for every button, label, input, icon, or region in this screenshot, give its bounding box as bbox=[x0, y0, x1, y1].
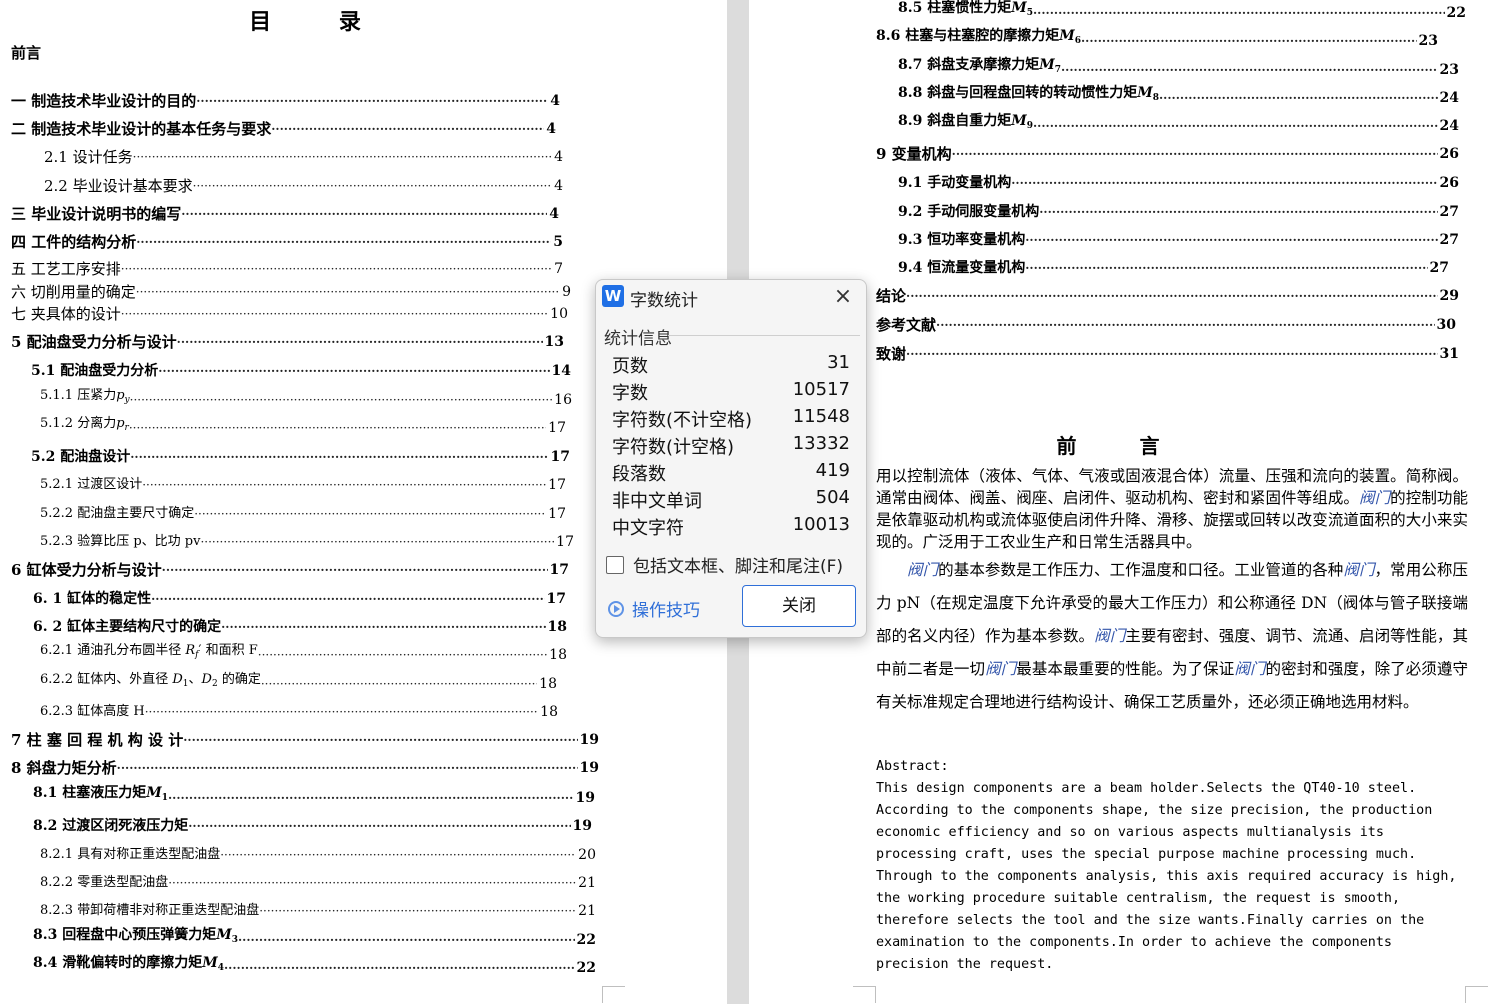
play-circle-icon bbox=[608, 600, 624, 617]
include-checkbox[interactable] bbox=[606, 555, 624, 574]
stat-row-chars-no-spaces: 字符数(不计空格) 11548 bbox=[612, 406, 850, 431]
word-count-dialog: W 字数统计 × 统计信息 页数 31 字数 10517 字符数(不计空格) 1154… bbox=[595, 279, 867, 638]
toc-entry[interactable]: 6.2.1 通油孔分布圆半径 Rf′ 和面积 F18 bbox=[40, 643, 567, 666]
toc-entry[interactable]: 9.1 手动变量机构26 bbox=[898, 172, 1459, 194]
toc-entry[interactable]: 8.8 斜盘与回程盘回转的转动惯性力矩M824 bbox=[898, 85, 1459, 109]
section-divider bbox=[668, 335, 860, 336]
toc-entry[interactable]: 5.2 配油盘设计17 bbox=[31, 446, 570, 468]
page-corner-mark bbox=[1465, 986, 1488, 1003]
toc-entry[interactable]: 二 制造技术毕业设计的基本任务与要求4 bbox=[11, 118, 556, 140]
toc-entry[interactable]: 9.2 手动伺服变量机构27 bbox=[898, 201, 1459, 223]
statistics-section-label: 统计信息 bbox=[604, 329, 672, 349]
dialog-title: 字数统计 bbox=[630, 291, 698, 311]
preface-paragraph-1: 用以控制流体（液体、气体、气液或固液混合体）流量、压强和流向的装置。简称阀。通常… bbox=[876, 467, 1468, 551]
abstract-text: This design components are a beam holder… bbox=[876, 781, 1457, 972]
toc-entry[interactable]: 8 斜盘力矩分析19 bbox=[11, 757, 599, 779]
include-checkbox-label: 包括文本框、脚注和尾注(F) bbox=[633, 557, 844, 577]
toc-entry[interactable]: 5.2.1 过渡区设计17 bbox=[40, 474, 566, 496]
toc-entry[interactable]: 8.2.3 带卸荷槽非对称正重迭型配油盘21 bbox=[40, 900, 596, 922]
toc-entry[interactable]: 致谢31 bbox=[876, 343, 1459, 365]
wps-logo-icon: W bbox=[602, 285, 624, 307]
stat-row-chinese-chars: 中文字符 10013 bbox=[612, 514, 850, 539]
toc-entry[interactable]: 8.7 斜盘支承摩擦力矩M723 bbox=[898, 57, 1459, 81]
toc-entry[interactable]: 8.2.1 具有对称正重迭型配油盘20 bbox=[40, 844, 596, 866]
toc-entry[interactable]: 5.2.2 配油盘主要尺寸确定17 bbox=[40, 503, 566, 525]
close-button[interactable]: 关闭 bbox=[742, 585, 856, 627]
toc-entry[interactable]: 8.6 柱塞与柱塞腔的摩擦力矩M623 bbox=[876, 28, 1438, 52]
toc-entry[interactable]: 六 切削用量的确定9 bbox=[11, 281, 571, 303]
toc-entry[interactable]: 一 制造技术毕业设计的目的4 bbox=[11, 90, 560, 112]
toc-entry[interactable]: 8.5 柱塞惯性力矩M522 bbox=[898, 0, 1466, 24]
toc-entry[interactable]: 结论29 bbox=[876, 285, 1459, 307]
toc-entry[interactable]: 5.2.3 验算比压 p、比功 pv17 bbox=[40, 531, 574, 553]
toc-entry[interactable]: 三 毕业设计说明书的编写4 bbox=[11, 203, 559, 225]
toc-preface-entry[interactable]: 前言 bbox=[11, 42, 41, 63]
toc-entry[interactable]: 9.3 恒功率变量机构27 bbox=[898, 229, 1459, 251]
abstract-label: Abstract: bbox=[876, 759, 949, 774]
stat-row-pages: 页数 31 bbox=[612, 352, 850, 377]
stat-row-words: 字数 10517 bbox=[612, 379, 850, 404]
toc-entry[interactable]: 7 柱 塞 回 程 机 构 设 计19 bbox=[11, 729, 599, 751]
stat-row-paragraphs: 段落数 419 bbox=[612, 460, 850, 485]
close-icon[interactable]: × bbox=[830, 284, 856, 310]
toc-entry[interactable]: 四 工件的结构分析5 bbox=[11, 231, 563, 253]
toc-entry[interactable]: 参考文献30 bbox=[876, 314, 1456, 336]
toc-entry[interactable]: 9 变量机构26 bbox=[876, 143, 1459, 165]
preface-paragraph-2: 阀门的基本参数是工作压力、工作温度和口径。工业管道的各种阀门，常用公称压力 pN… bbox=[876, 561, 1468, 711]
toc-entry[interactable]: 5.1.1 压紧力py16 bbox=[40, 388, 572, 411]
toc-title: 目 录 bbox=[249, 9, 391, 35]
tips-link[interactable]: 操作技巧 bbox=[608, 596, 700, 621]
toc-entry[interactable]: 8.3 回程盘中心预压弹簧力矩M322 bbox=[33, 927, 596, 951]
toc-entry[interactable]: 5.1 配油盘受力分析14 bbox=[31, 360, 571, 382]
toc-entry[interactable]: 8.1 柱塞液压力矩M119 bbox=[33, 785, 595, 809]
toc-entry[interactable]: 9.4 恒流量变量机构27 bbox=[898, 257, 1449, 279]
toc-entry[interactable]: 8.2.2 零重迭型配油盘21 bbox=[40, 872, 596, 894]
toc-entry[interactable]: 6 缸体受力分析与设计17 bbox=[11, 559, 569, 581]
toc-entry[interactable]: 七 夹具体的设计10 bbox=[11, 303, 568, 325]
toc-entry[interactable]: 2.1 设计任务4 bbox=[44, 146, 563, 168]
stat-row-chars-with-spaces: 字符数(计空格) 13332 bbox=[612, 433, 850, 458]
abstract: Abstract: This design components are a b… bbox=[876, 756, 1468, 976]
toc-entry[interactable]: 6.2.3 缸体高度 H18 bbox=[40, 701, 558, 723]
page-corner-mark bbox=[602, 986, 625, 1003]
toc-entry[interactable]: 6. 2 缸体主要结构尺寸的确定18 bbox=[33, 616, 567, 638]
tips-label: 操作技巧 bbox=[632, 601, 700, 621]
toc-entry[interactable]: 8.2 过渡区闭死液压力矩19 bbox=[33, 815, 592, 837]
toc-entry[interactable]: 6.2.2 缸体内、外直径 D1、D2 的确定18 bbox=[40, 672, 557, 695]
stat-row-non-chinese-words: 非中文单词 504 bbox=[612, 487, 850, 512]
toc-entry[interactable]: 5 配油盘受力分析与设计13 bbox=[11, 331, 564, 353]
toc-entry[interactable]: 8.4 滑靴偏转时的摩擦力矩M422 bbox=[33, 955, 596, 979]
toc-entry[interactable]: 2.2 毕业设计基本要求4 bbox=[44, 175, 563, 197]
page-corner-mark bbox=[853, 986, 876, 1003]
toc-entry[interactable]: 五 工艺工序安排7 bbox=[11, 258, 563, 280]
toc-entry[interactable]: 6. 1 缸体的稳定性17 bbox=[33, 588, 566, 610]
include-textbox-footnotes-option[interactable]: 包括文本框、脚注和尾注(F) bbox=[606, 552, 843, 577]
toc-entry[interactable]: 8.9 斜盘自重力矩M924 bbox=[898, 113, 1459, 137]
toc-entry[interactable]: 5.1.2 分离力pr17 bbox=[40, 416, 566, 439]
